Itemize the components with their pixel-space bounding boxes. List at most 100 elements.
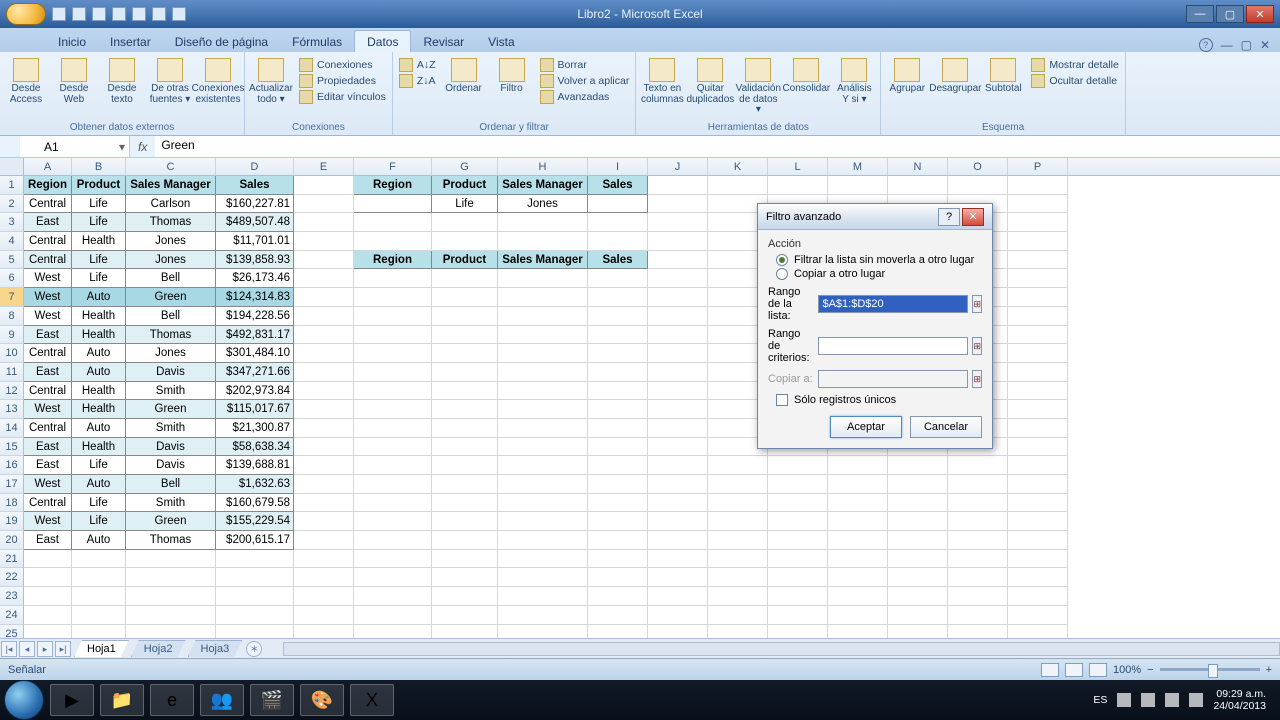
formula-bar[interactable]: Green: [155, 136, 1280, 157]
cell[interactable]: [648, 419, 708, 438]
cell[interactable]: [498, 531, 588, 550]
cell[interactable]: $124,314.83: [216, 288, 294, 307]
cell[interactable]: [498, 606, 588, 625]
taskbar-msn-icon[interactable]: 👥: [200, 684, 244, 716]
cell[interactable]: [648, 494, 708, 513]
cell[interactable]: [828, 512, 888, 531]
cell[interactable]: East: [24, 531, 72, 550]
cell[interactable]: $58,638.34: [216, 438, 294, 457]
cell[interactable]: [498, 288, 588, 307]
cell[interactable]: [648, 269, 708, 288]
cell[interactable]: [588, 213, 648, 232]
cell[interactable]: [294, 494, 354, 513]
cell[interactable]: [588, 456, 648, 475]
cell[interactable]: [768, 550, 828, 569]
row-header[interactable]: 21: [0, 550, 24, 569]
cell[interactable]: [1008, 269, 1068, 288]
cell[interactable]: Sales Manager: [126, 176, 216, 195]
cell[interactable]: $160,679.58: [216, 494, 294, 513]
cell[interactable]: [588, 344, 648, 363]
cell[interactable]: [432, 512, 498, 531]
cell[interactable]: [354, 195, 432, 214]
cell[interactable]: [948, 550, 1008, 569]
cell[interactable]: [1008, 176, 1068, 195]
cell[interactable]: $301,484.10: [216, 344, 294, 363]
column-header-G[interactable]: G: [432, 158, 498, 175]
view-normal-button[interactable]: [1041, 663, 1059, 677]
cell[interactable]: [648, 195, 708, 214]
cell[interactable]: Central: [24, 195, 72, 214]
zoom-slider[interactable]: [1160, 668, 1260, 671]
cell[interactable]: [588, 288, 648, 307]
cell[interactable]: [294, 531, 354, 550]
row-header[interactable]: 12: [0, 382, 24, 401]
zoom-out-button[interactable]: −: [1147, 664, 1153, 676]
cell[interactable]: Region: [354, 251, 432, 270]
cell[interactable]: [648, 568, 708, 587]
cell[interactable]: Sales Manager: [498, 176, 588, 195]
cell[interactable]: [588, 625, 648, 639]
cell[interactable]: [294, 382, 354, 401]
cell[interactable]: [126, 587, 216, 606]
cell[interactable]: [828, 176, 888, 195]
cell[interactable]: $194,228.56: [216, 307, 294, 326]
cell[interactable]: [294, 568, 354, 587]
cell[interactable]: [294, 475, 354, 494]
row-header[interactable]: 19: [0, 512, 24, 531]
cell[interactable]: [294, 307, 354, 326]
cell[interactable]: [588, 419, 648, 438]
row-header[interactable]: 2: [0, 195, 24, 214]
cell[interactable]: [708, 512, 768, 531]
tool-an-lisis-y-si-[interactable]: Análisis Y si ▾: [832, 56, 876, 107]
cell[interactable]: [648, 531, 708, 550]
cell[interactable]: [1008, 251, 1068, 270]
copy-to-picker-icon[interactable]: ⊞: [972, 370, 982, 388]
cell[interactable]: [648, 213, 708, 232]
cell[interactable]: [432, 363, 498, 382]
cell[interactable]: [888, 456, 948, 475]
cell[interactable]: [216, 568, 294, 587]
cell[interactable]: [768, 456, 828, 475]
cell[interactable]: [72, 606, 126, 625]
cell[interactable]: [1008, 307, 1068, 326]
cell[interactable]: Central: [24, 232, 72, 251]
cell[interactable]: [354, 326, 432, 345]
cell[interactable]: [708, 550, 768, 569]
cell[interactable]: [432, 438, 498, 457]
ext-desde-access[interactable]: Desde Access: [4, 56, 48, 107]
cell[interactable]: [1008, 606, 1068, 625]
cell[interactable]: East: [24, 456, 72, 475]
cell[interactable]: [1008, 213, 1068, 232]
cell[interactable]: [588, 382, 648, 401]
conn-editar-v-nculos[interactable]: Editar vínculos: [297, 90, 388, 104]
dialog-titlebar[interactable]: Filtro avanzado ? ✕: [758, 204, 992, 230]
criteria-range-input[interactable]: [818, 337, 968, 355]
cell[interactable]: [828, 568, 888, 587]
cell[interactable]: Product: [432, 176, 498, 195]
cell[interactable]: [498, 307, 588, 326]
cell[interactable]: Bell: [126, 307, 216, 326]
cell[interactable]: $155,229.54: [216, 512, 294, 531]
column-header-F[interactable]: F: [354, 158, 432, 175]
ok-button[interactable]: Aceptar: [830, 416, 902, 438]
cell[interactable]: $139,858.93: [216, 251, 294, 270]
cell[interactable]: $139,688.81: [216, 456, 294, 475]
cell[interactable]: Carlson: [126, 195, 216, 214]
cell[interactable]: [1008, 438, 1068, 457]
cell[interactable]: [498, 587, 588, 606]
cell[interactable]: East: [24, 213, 72, 232]
cell[interactable]: [294, 326, 354, 345]
cell[interactable]: [432, 344, 498, 363]
cell[interactable]: Life: [72, 251, 126, 270]
sheet-nav-next[interactable]: ▸: [37, 641, 53, 657]
row-header[interactable]: 17: [0, 475, 24, 494]
cell[interactable]: [294, 512, 354, 531]
cell[interactable]: [354, 288, 432, 307]
cell[interactable]: West: [24, 512, 72, 531]
cell[interactable]: $26,173.46: [216, 269, 294, 288]
cell[interactable]: [768, 531, 828, 550]
row-header[interactable]: 14: [0, 419, 24, 438]
cell[interactable]: Health: [72, 232, 126, 251]
cell[interactable]: [432, 494, 498, 513]
taskbar-mediaplayer-icon[interactable]: ▶: [50, 684, 94, 716]
